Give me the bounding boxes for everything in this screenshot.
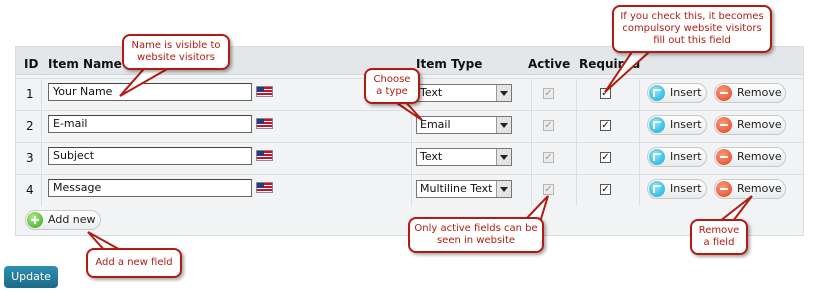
callout-choose-type: Choose a type <box>364 68 420 104</box>
callout-add-info: Add a new field <box>86 248 182 278</box>
callout-name-visible: Name is visible to website visitors <box>122 34 230 70</box>
callout-active-info: Only active fields can be seen in websit… <box>408 217 544 253</box>
callout-remove-info: Remove a field <box>690 219 748 255</box>
callout-required-info: If you check this, it becomes compulsory… <box>612 5 772 53</box>
